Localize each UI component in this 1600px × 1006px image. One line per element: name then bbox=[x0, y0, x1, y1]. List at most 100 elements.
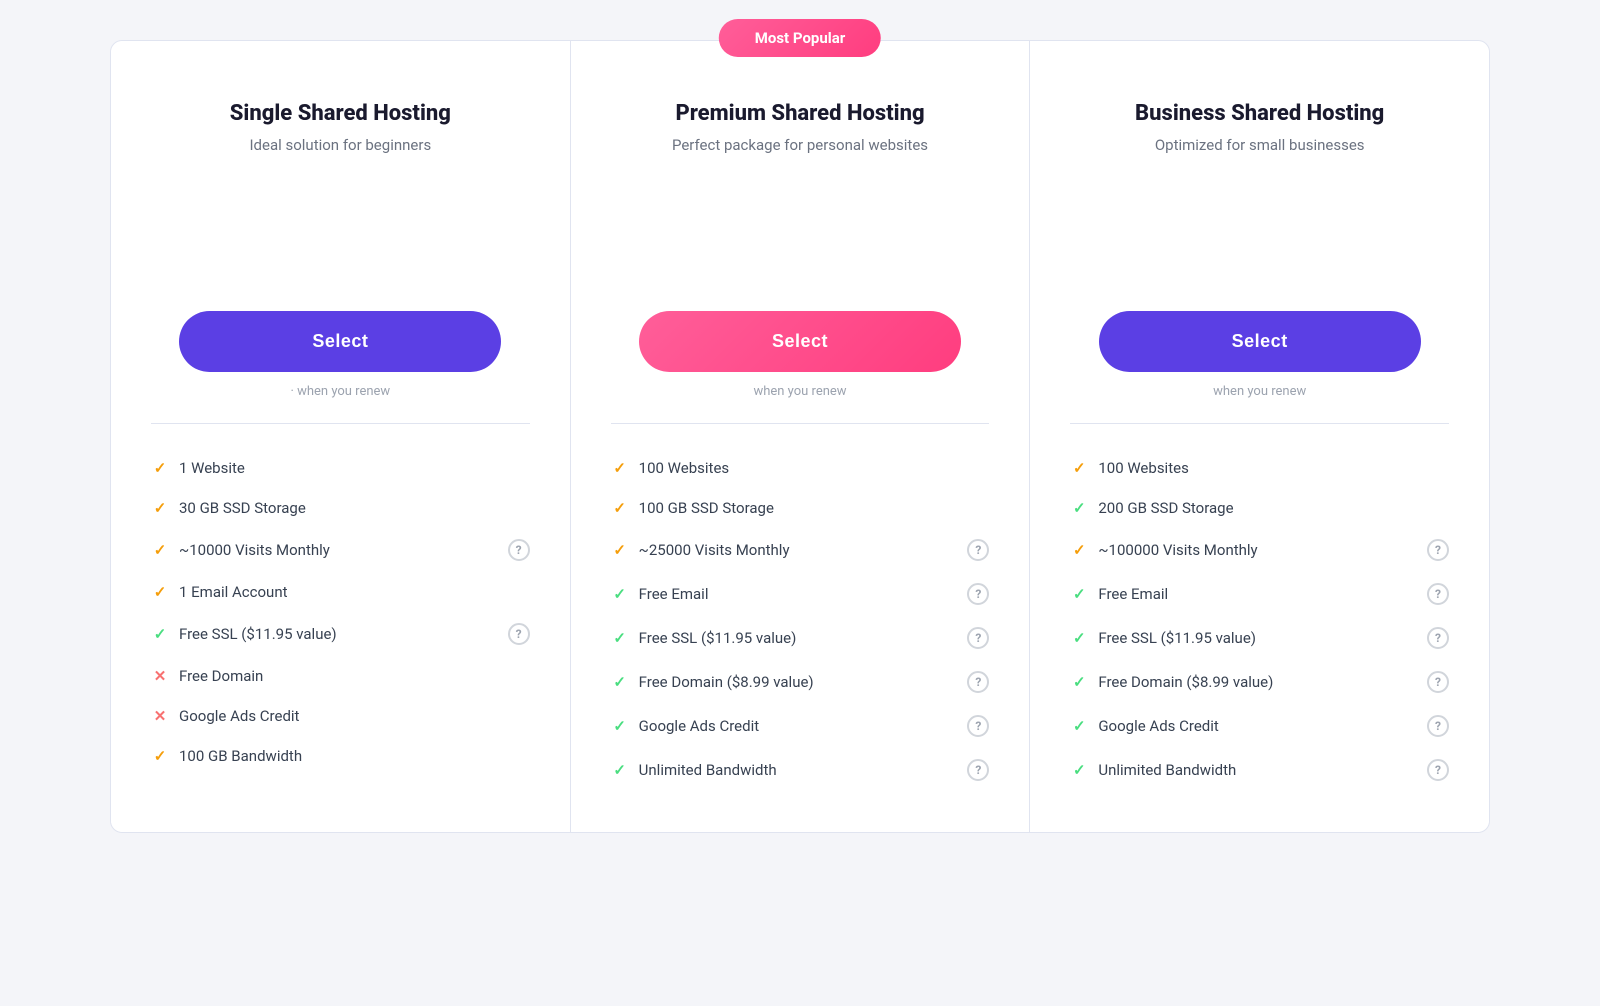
feature-icon: ✓ bbox=[1070, 673, 1088, 691]
help-icon[interactable]: ? bbox=[1427, 627, 1449, 649]
feature-icon: ✓ bbox=[1070, 541, 1088, 559]
feature-left: ✓ Unlimited Bandwidth bbox=[611, 761, 777, 779]
plan-card-premium: Most Popular Premium Shared Hosting Perf… bbox=[571, 41, 1031, 832]
feature-text: 200 GB SSD Storage bbox=[1098, 499, 1233, 517]
feature-left: ✓ ~25000 Visits Monthly bbox=[611, 541, 790, 559]
help-icon[interactable]: ? bbox=[1427, 671, 1449, 693]
feature-left: ✓ ~10000 Visits Monthly bbox=[151, 541, 330, 559]
feature-text: Free Domain bbox=[179, 667, 263, 685]
feature-item: ✓ Free Domain ($8.99 value) ? bbox=[1070, 660, 1449, 704]
divider bbox=[151, 423, 530, 424]
feature-text: 100 GB Bandwidth bbox=[179, 747, 302, 765]
feature-icon: ✓ bbox=[611, 585, 629, 603]
help-icon[interactable]: ? bbox=[1427, 759, 1449, 781]
feature-left: ✓ 30 GB SSD Storage bbox=[151, 499, 306, 517]
select-button-single[interactable]: Select bbox=[179, 311, 501, 372]
feature-text: 1 Website bbox=[179, 459, 245, 477]
feature-right: ? bbox=[967, 627, 989, 649]
help-icon[interactable]: ? bbox=[508, 623, 530, 645]
feature-left: ✓ Free SSL ($11.95 value) bbox=[611, 629, 797, 647]
feature-text: Google Ads Credit bbox=[179, 707, 299, 725]
feature-icon: ✓ bbox=[151, 541, 169, 559]
feature-left: ✓ Unlimited Bandwidth bbox=[1070, 761, 1236, 779]
most-popular-badge: Most Popular bbox=[719, 19, 881, 57]
feature-text: Free Domain ($8.99 value) bbox=[1098, 673, 1273, 691]
feature-right: ? bbox=[967, 539, 989, 561]
feature-icon: ✓ bbox=[611, 629, 629, 647]
feature-text: ~100000 Visits Monthly bbox=[1098, 541, 1257, 559]
feature-icon: ✓ bbox=[1070, 717, 1088, 735]
help-icon[interactable]: ? bbox=[1427, 583, 1449, 605]
feature-item: ✓ Free Email ? bbox=[1070, 572, 1449, 616]
feature-icon: ✓ bbox=[1070, 585, 1088, 603]
feature-left: ✓ Google Ads Credit bbox=[611, 717, 759, 735]
feature-right: ? bbox=[1427, 759, 1449, 781]
feature-icon: ✓ bbox=[1070, 499, 1088, 517]
feature-icon: ✓ bbox=[151, 499, 169, 517]
feature-left: ✓ Free Domain ($8.99 value) bbox=[611, 673, 814, 691]
feature-item: ✓ 1 Email Account bbox=[151, 572, 530, 612]
feature-right: ? bbox=[508, 623, 530, 645]
plan-header: Single Shared Hosting Ideal solution for… bbox=[151, 81, 530, 281]
help-icon[interactable]: ? bbox=[508, 539, 530, 561]
feature-item: ✓ ~10000 Visits Monthly ? bbox=[151, 528, 530, 572]
plan-description: Perfect package for personal websites bbox=[672, 136, 928, 154]
feature-item: ✓ 200 GB SSD Storage bbox=[1070, 488, 1449, 528]
feature-item: ✓ 100 GB Bandwidth bbox=[151, 736, 530, 776]
feature-right: ? bbox=[1427, 539, 1449, 561]
select-button-premium[interactable]: Select bbox=[639, 311, 961, 372]
feature-right: ? bbox=[508, 539, 530, 561]
feature-left: ✓ Free Email bbox=[1070, 585, 1168, 603]
feature-icon: ✕ bbox=[151, 667, 169, 685]
feature-right: ? bbox=[967, 671, 989, 693]
help-icon[interactable]: ? bbox=[967, 759, 989, 781]
plan-name: Single Shared Hosting bbox=[230, 101, 451, 126]
feature-list: ✓ 100 Websites ✓ 100 GB SSD Storage bbox=[611, 448, 990, 792]
select-button-business[interactable]: Select bbox=[1099, 311, 1421, 372]
feature-item: ✓ 100 Websites bbox=[611, 448, 990, 488]
feature-right: ? bbox=[967, 759, 989, 781]
help-icon[interactable]: ? bbox=[967, 627, 989, 649]
plan-name: Business Shared Hosting bbox=[1135, 101, 1384, 126]
feature-right: ? bbox=[1427, 671, 1449, 693]
help-icon[interactable]: ? bbox=[967, 671, 989, 693]
feature-icon: ✓ bbox=[611, 459, 629, 477]
feature-right: ? bbox=[1427, 583, 1449, 605]
feature-text: 100 Websites bbox=[639, 459, 729, 477]
help-icon[interactable]: ? bbox=[967, 715, 989, 737]
feature-left: ✓ ~100000 Visits Monthly bbox=[1070, 541, 1257, 559]
feature-item: ✓ ~25000 Visits Monthly ? bbox=[611, 528, 990, 572]
help-icon[interactable]: ? bbox=[1427, 715, 1449, 737]
feature-left: ✓ 100 Websites bbox=[611, 459, 729, 477]
feature-icon: ✓ bbox=[611, 541, 629, 559]
feature-item: ✓ Free SSL ($11.95 value) ? bbox=[611, 616, 990, 660]
feature-text: Unlimited Bandwidth bbox=[639, 761, 777, 779]
feature-icon: ✓ bbox=[611, 673, 629, 691]
plan-description: Optimized for small businesses bbox=[1155, 136, 1365, 154]
feature-text: Google Ads Credit bbox=[1098, 717, 1218, 735]
feature-item: ✓ 100 GB SSD Storage bbox=[611, 488, 990, 528]
feature-left: ✕ Free Domain bbox=[151, 667, 263, 685]
feature-item: ✓ Free Email ? bbox=[611, 572, 990, 616]
help-icon[interactable]: ? bbox=[967, 583, 989, 605]
pricing-container: Single Shared Hosting Ideal solution for… bbox=[110, 40, 1490, 833]
feature-text: Free Domain ($8.99 value) bbox=[639, 673, 814, 691]
plan-description: Ideal solution for beginners bbox=[249, 136, 431, 154]
feature-text: Unlimited Bandwidth bbox=[1098, 761, 1236, 779]
feature-item: ✓ ~100000 Visits Monthly ? bbox=[1070, 528, 1449, 572]
plan-name: Premium Shared Hosting bbox=[675, 101, 924, 126]
help-icon[interactable]: ? bbox=[967, 539, 989, 561]
feature-left: ✓ Google Ads Credit bbox=[1070, 717, 1218, 735]
feature-text: 30 GB SSD Storage bbox=[179, 499, 306, 517]
plan-header: Business Shared Hosting Optimized for sm… bbox=[1070, 81, 1449, 281]
feature-icon: ✓ bbox=[151, 583, 169, 601]
feature-item: ✓ Google Ads Credit ? bbox=[611, 704, 990, 748]
feature-left: ✓ 200 GB SSD Storage bbox=[1070, 499, 1233, 517]
feature-left: ✓ Free SSL ($11.95 value) bbox=[151, 625, 337, 643]
feature-list: ✓ 100 Websites ✓ 200 GB SSD Storage bbox=[1070, 448, 1449, 792]
feature-item: ✓ Free SSL ($11.95 value) ? bbox=[1070, 616, 1449, 660]
renew-text: · when you renew bbox=[151, 384, 530, 399]
help-icon[interactable]: ? bbox=[1427, 539, 1449, 561]
feature-item: ✓ Unlimited Bandwidth ? bbox=[611, 748, 990, 792]
feature-left: ✓ Free SSL ($11.95 value) bbox=[1070, 629, 1256, 647]
